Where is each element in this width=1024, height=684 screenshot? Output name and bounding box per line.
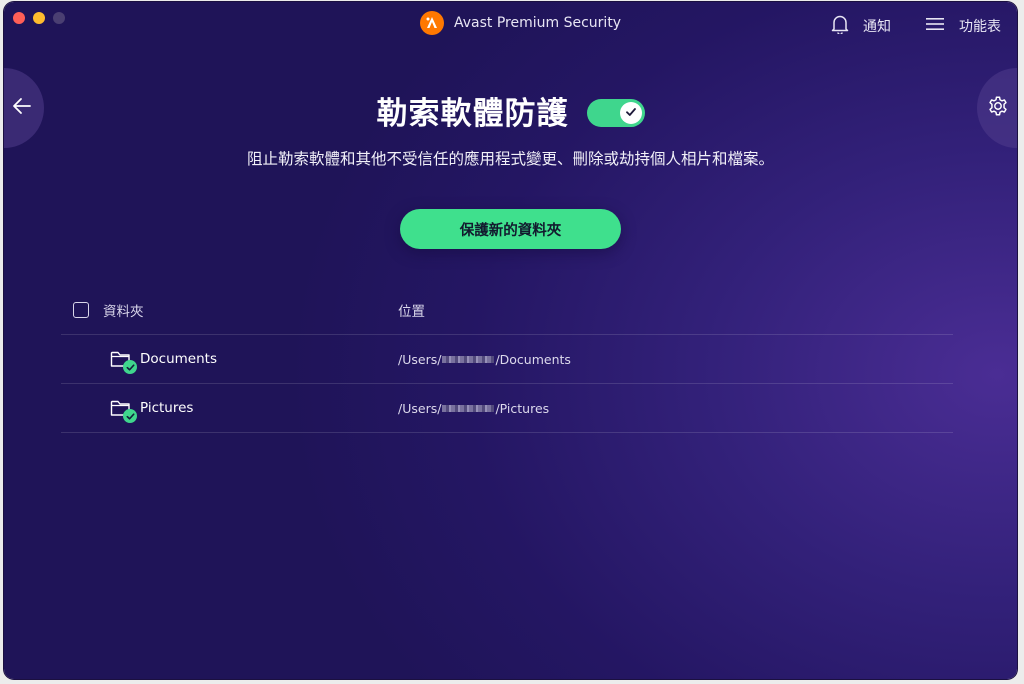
- page-title: 勒索軟體防護: [376, 96, 569, 132]
- menu-button[interactable]: 功能表: [925, 16, 1001, 36]
- toggle-knob: [619, 101, 642, 124]
- top-right-actions: 通知 功能表: [831, 14, 1001, 38]
- app-title: Avast Premium Security: [454, 15, 622, 31]
- minimize-window-button[interactable]: [33, 12, 45, 24]
- close-window-button[interactable]: [13, 12, 25, 24]
- app-window: Avast Premium Security 通知 功能表 勒索軟體防護 阻止勒…: [4, 2, 1017, 679]
- folder-name: Pictures: [140, 400, 194, 416]
- menu-label: 功能表: [959, 19, 1001, 35]
- protect-new-folder-button[interactable]: 保護新的資料夾: [400, 209, 621, 249]
- folder-path: /Users//Pictures: [398, 400, 550, 416]
- bell-icon: [831, 14, 849, 38]
- avast-logo-icon: [420, 11, 444, 35]
- app-title-bar: Avast Premium Security: [420, 11, 621, 35]
- protected-check-icon: [123, 409, 137, 423]
- notifications-label: 通知: [863, 19, 891, 35]
- title-row: 勒索軟體防護: [4, 88, 1017, 133]
- zoom-window-button[interactable]: [53, 12, 65, 24]
- redacted-username: [442, 355, 495, 363]
- table-row[interactable]: Documents /Users//Documents: [61, 335, 953, 384]
- folder-icon: [110, 398, 137, 423]
- select-all-checkbox[interactable]: [73, 302, 89, 318]
- check-icon: [625, 103, 637, 122]
- page-description: 阻止勒索軟體和其他不受信任的應用程式變更、刪除或劫持個人相片和檔案。: [246, 150, 774, 168]
- protection-toggle[interactable]: [586, 98, 645, 127]
- folder-path: /Users//Documents: [398, 351, 571, 367]
- protected-folders-table: 資料夾 位置 Documents /Users/ /Documents Pict…: [61, 286, 953, 433]
- folder-name: Documents: [140, 351, 217, 367]
- notifications-button[interactable]: 通知: [831, 14, 891, 38]
- protected-check-icon: [123, 360, 137, 374]
- window-controls: [13, 12, 65, 24]
- column-header-location[interactable]: 位置: [398, 286, 425, 334]
- hamburger-icon: [925, 17, 945, 35]
- column-header-folder[interactable]: 資料夾: [103, 300, 144, 320]
- folder-icon: [110, 349, 137, 374]
- redacted-username: [442, 404, 495, 412]
- table-row[interactable]: Pictures /Users//Pictures: [61, 384, 953, 433]
- table-header: 資料夾 位置: [61, 286, 953, 335]
